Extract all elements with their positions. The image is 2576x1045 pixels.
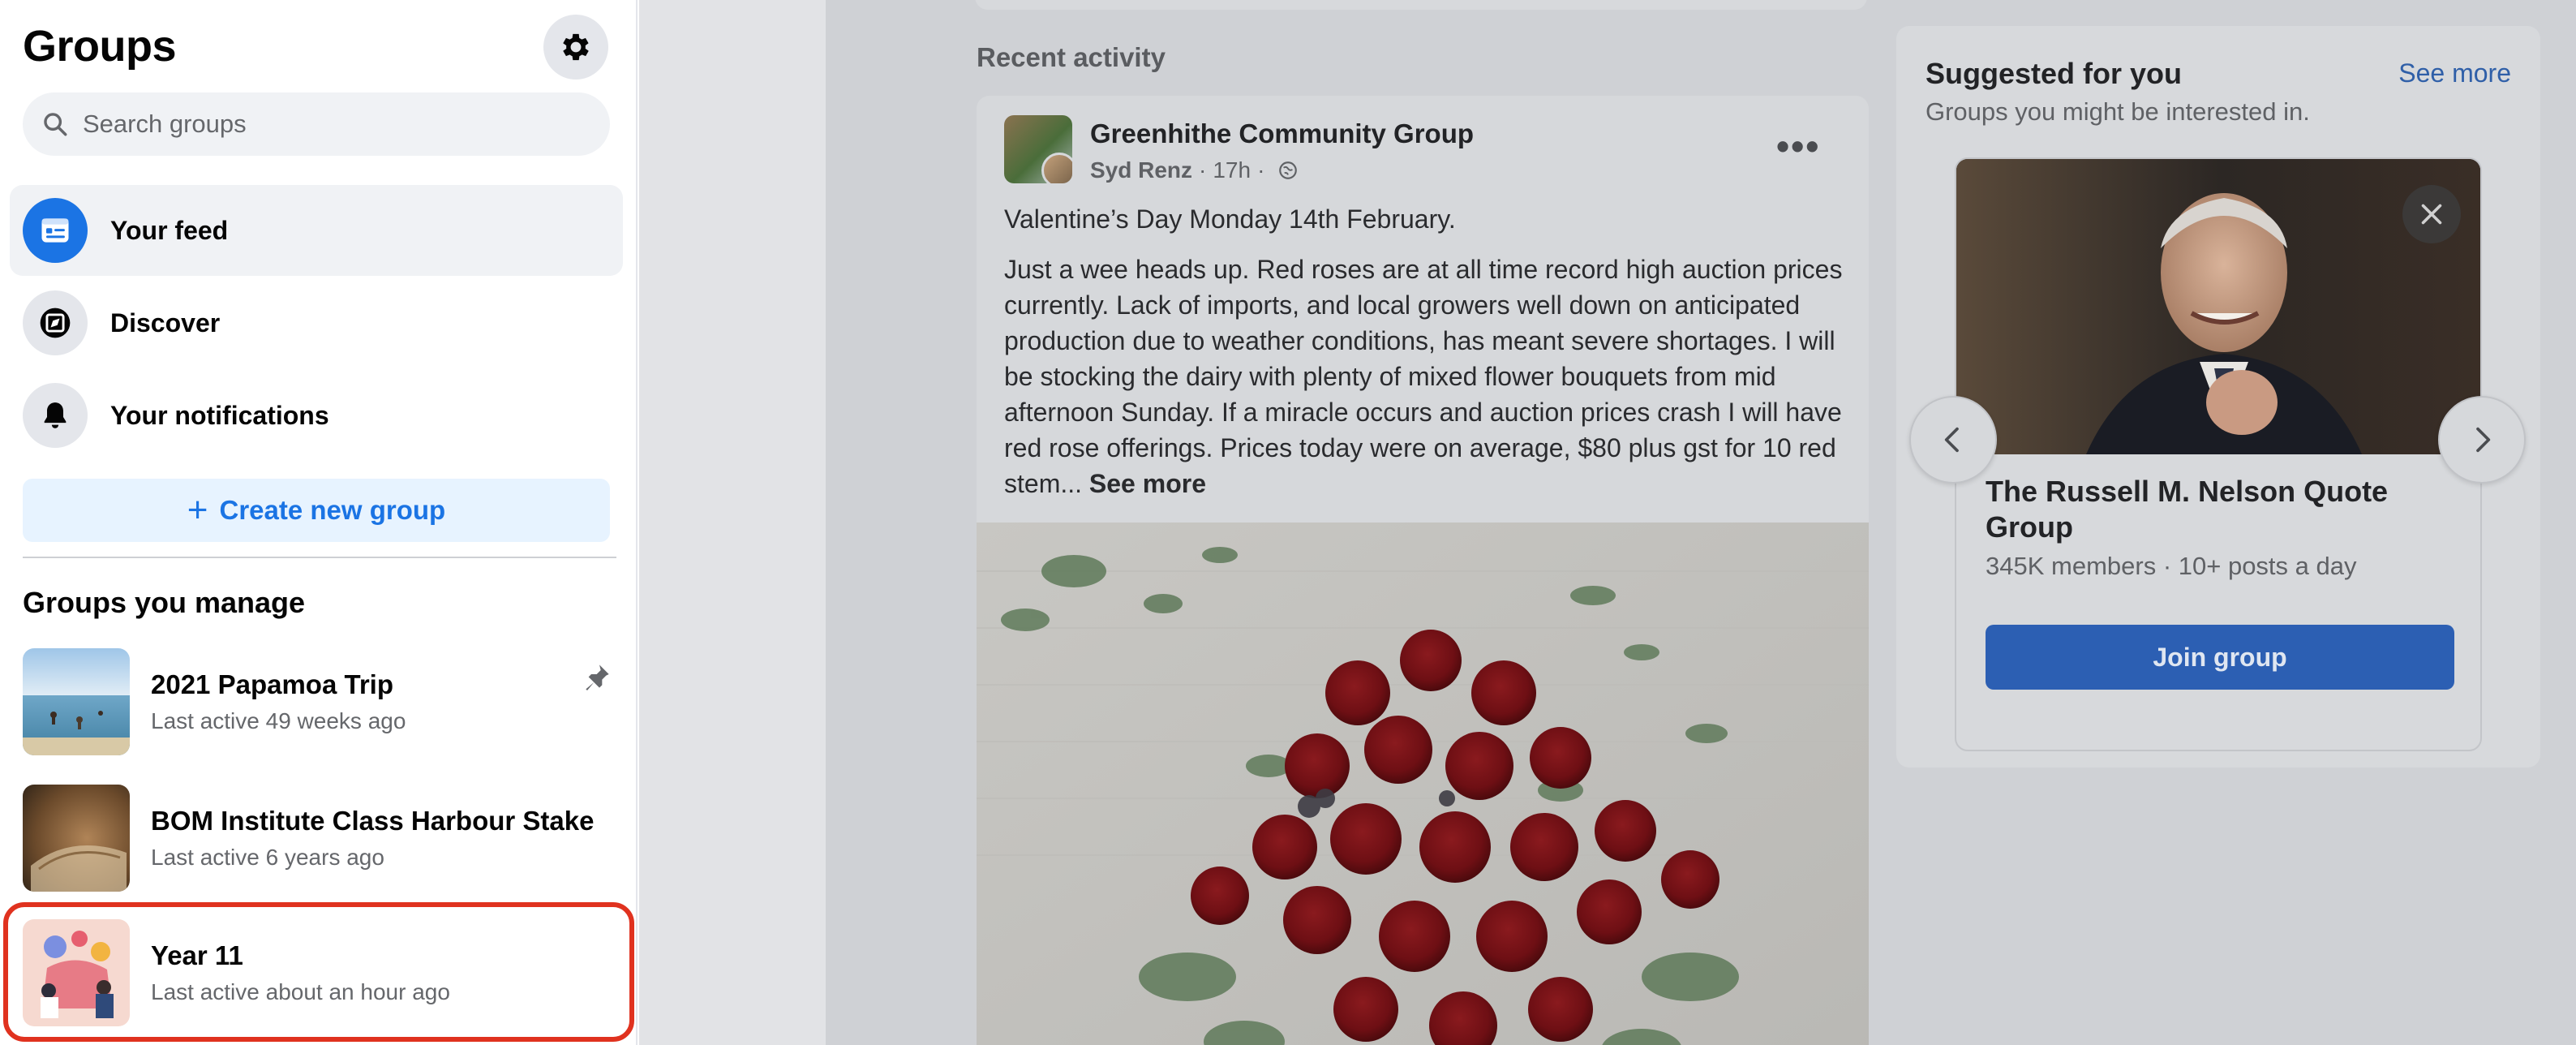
nav-label: Your feed: [110, 215, 229, 245]
group-thumbnail: [23, 919, 130, 1026]
suggested-card: Suggested for you See more Groups you mi…: [1896, 26, 2540, 768]
group-row-bom-institute[interactable]: BOM Institute Class Harbour Stake Last a…: [10, 776, 626, 901]
post-body-text: Just a wee heads up. Red roses are at al…: [1004, 255, 1843, 498]
post-headline: Valentine’s Day Monday 14th February.: [1004, 204, 1456, 234]
post-author[interactable]: Syd Renz: [1090, 157, 1192, 183]
suggested-group-card[interactable]: The Russell M. Nelson Quote Group 345K m…: [1955, 157, 2482, 751]
post-image-roses[interactable]: [977, 522, 1869, 1045]
see-more-link[interactable]: See more: [1089, 469, 1206, 498]
main-gutter: [639, 0, 826, 1045]
feed-icon: [23, 198, 88, 263]
compass-icon: [23, 290, 88, 355]
sidebar-title: Groups: [23, 22, 177, 71]
settings-button[interactable]: [543, 15, 608, 80]
group-thumbnail: [23, 785, 130, 892]
recent-activity-title: Recent activity: [977, 42, 1166, 72]
next-suggestion-button[interactable]: [2438, 396, 2526, 484]
group-last-active: Last active 6 years ago: [151, 845, 384, 870]
post-meta: Syd Renz · 17h ·: [1090, 157, 1299, 183]
suggested-subtitle: Groups you might be interested in.: [1926, 97, 2310, 126]
chevron-right-icon: [2476, 427, 2491, 453]
group-last-active: Last active 49 weeks ago: [151, 708, 406, 733]
nav-label: Discover: [110, 307, 221, 338]
divider: [23, 557, 616, 558]
groups-sidebar: Groups Your feed: [0, 0, 638, 1045]
nav-discover[interactable]: Discover: [10, 277, 623, 368]
plus-icon: +: [187, 490, 208, 530]
create-label: Create new group: [219, 495, 446, 525]
meta-separator: ·: [1257, 157, 1265, 183]
join-group-button[interactable]: Join group: [1986, 625, 2454, 690]
chevron-left-icon: [1944, 427, 1959, 453]
group-name: 2021 Papamoa Trip: [151, 669, 393, 699]
search-icon: [41, 110, 70, 139]
bell-icon: [23, 383, 88, 448]
group-name: Year 11: [151, 940, 243, 970]
post-body: Just a wee heads up. Red roses are at al…: [1004, 252, 1848, 501]
close-icon: [2421, 204, 2442, 225]
nav-label: Your notifications: [110, 400, 329, 430]
group-row-year-11[interactable]: Year 11 Last active about an hour ago: [10, 910, 626, 1035]
create-new-group-button[interactable]: + Create new group: [23, 479, 610, 542]
post-time[interactable]: 17h: [1213, 157, 1251, 183]
dismiss-suggestion-button[interactable]: [2402, 185, 2461, 243]
author-avatar[interactable]: [1041, 153, 1072, 183]
group-thumbnail: [23, 648, 130, 755]
group-avatar[interactable]: [1004, 115, 1072, 183]
post-group-name[interactable]: Greenhithe Community Group: [1090, 118, 1474, 149]
previous-suggestion-button[interactable]: [1909, 396, 1997, 484]
suggested-group-name[interactable]: The Russell M. Nelson Quote Group: [1986, 474, 2456, 545]
meta-separator: ·: [1199, 157, 1207, 183]
group-name: BOM Institute Class Harbour Stake: [151, 806, 595, 836]
suggested-group-meta: 345K members · 10+ posts a day: [1986, 552, 2357, 580]
see-more-suggestions-link[interactable]: See more: [2398, 58, 2511, 88]
nav-your-notifications[interactable]: Your notifications: [10, 370, 623, 461]
globe-icon: [1279, 161, 1298, 179]
nav-your-feed[interactable]: Your feed: [10, 185, 623, 276]
groups-you-manage-title: Groups you manage: [23, 586, 306, 619]
search-groups-field[interactable]: [23, 92, 610, 156]
group-last-active: Last active about an hour ago: [151, 979, 450, 1004]
suggested-group-photo[interactable]: [1956, 159, 2480, 454]
group-row-papamoa-trip[interactable]: 2021 Papamoa Trip Last active 49 weeks a…: [10, 639, 626, 764]
post-card[interactable]: Greenhithe Community Group Syd Renz · 17…: [977, 96, 1869, 1045]
pin-icon[interactable]: [579, 662, 612, 699]
post-options-button[interactable]: •••: [1776, 127, 1820, 165]
gear-icon: [563, 33, 589, 61]
suggested-title: Suggested for you: [1926, 57, 2183, 90]
search-input[interactable]: [83, 110, 569, 139]
previous-card-edge: [975, 0, 1867, 10]
